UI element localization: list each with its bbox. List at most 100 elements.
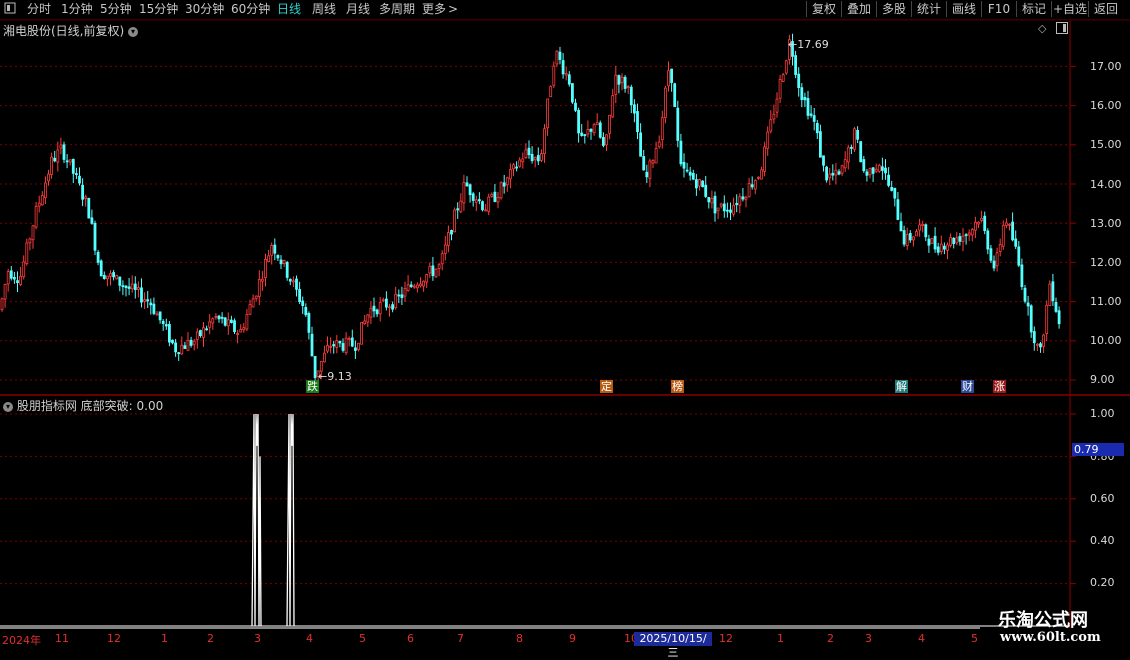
low-price-label: ←9.13 [318, 370, 352, 383]
candle-body [313, 355, 317, 379]
candle-body [735, 203, 739, 206]
candle-body [375, 309, 379, 315]
candle-body [84, 196, 88, 199]
candle-body [605, 134, 608, 146]
event-marker-cai[interactable]: 财 [961, 380, 974, 393]
event-marker-jie[interactable]: 解 [895, 380, 908, 393]
event-marker-zhang[interactable]: 涨 [993, 380, 1006, 393]
candle-body [183, 345, 187, 349]
indicator-spike [286, 413, 295, 627]
candle-body [679, 140, 683, 165]
indicator-tick: 0.60 [1090, 492, 1115, 505]
candle-body [726, 209, 729, 212]
candle-body [757, 176, 760, 179]
candle-body [1042, 334, 1045, 347]
time-tick: 5 [359, 632, 366, 645]
candle-body [1014, 238, 1018, 247]
candle-body [384, 298, 388, 308]
candle-body [970, 229, 974, 236]
candle-body [322, 352, 326, 363]
candle-body [1054, 302, 1058, 312]
candle-body [713, 195, 717, 214]
price-tick: 16.00 [1090, 99, 1122, 112]
candle-body [47, 173, 50, 182]
candle-body [400, 294, 404, 299]
candle-body [583, 134, 587, 136]
candle-body [946, 244, 949, 251]
candle-body [205, 328, 209, 331]
candle-body [704, 184, 708, 197]
candle-body [800, 87, 804, 100]
candle-body [267, 255, 271, 263]
candle-body [474, 199, 478, 203]
candle-body [995, 252, 999, 267]
candle-body [846, 147, 850, 163]
candle-body [59, 144, 63, 149]
cursor-date-label: 2025/10/15/三 [634, 632, 712, 659]
candle-body [56, 149, 60, 163]
candle-body [233, 320, 236, 333]
candle-body [815, 122, 819, 134]
candle-body [19, 275, 23, 285]
candle-body [933, 235, 937, 250]
candle-body [502, 182, 506, 187]
candle-body [763, 146, 766, 172]
candle-body [490, 193, 494, 197]
candle-body [657, 141, 661, 148]
candle-body [217, 315, 221, 320]
candle-body [781, 74, 785, 82]
candle-body [44, 182, 47, 199]
low-price-value: 9.13 [327, 370, 352, 383]
candle-body [989, 248, 993, 261]
candle-body [158, 311, 162, 321]
candle-body [1048, 283, 1052, 307]
candle-body [254, 295, 258, 299]
kline-chart[interactable] [0, 0, 1130, 650]
candle-body [794, 55, 797, 75]
candle-body [78, 175, 81, 184]
candle-body [915, 231, 918, 237]
candle-body [177, 352, 181, 355]
candle-body [152, 303, 156, 314]
candle-body [552, 65, 556, 86]
time-tick: 1 [777, 632, 784, 645]
event-marker-ding[interactable]: 定 [600, 380, 613, 393]
candle-body [1026, 302, 1030, 307]
candle-body [282, 260, 286, 265]
candle-body [639, 132, 642, 157]
candle-body [223, 317, 227, 326]
candle-body [96, 251, 100, 263]
candle-body [347, 338, 351, 340]
candle-body [729, 209, 732, 213]
indicator-tick: 0.40 [1090, 534, 1115, 547]
candle-body [561, 60, 565, 75]
candle-body [118, 276, 122, 286]
high-price-label: ←17.69 [788, 38, 829, 51]
event-marker-bang[interactable]: 榜 [671, 380, 684, 393]
candle-body [654, 148, 658, 164]
event-marker-die[interactable]: 跌 [306, 380, 319, 393]
candle-body [760, 169, 763, 180]
candle-body [871, 167, 875, 174]
candle-body [921, 223, 925, 227]
candle-body [31, 225, 35, 241]
candle-body [673, 83, 677, 108]
candle-body [952, 237, 956, 245]
candle-body [326, 345, 329, 352]
candle-body [143, 299, 147, 302]
candle-body [136, 287, 140, 290]
candle-body [22, 261, 26, 278]
candle-body [211, 318, 215, 324]
candle-body [508, 169, 512, 180]
candle-body [685, 169, 689, 172]
candle-body [102, 274, 106, 280]
candle-body [171, 339, 174, 344]
candle-body [130, 283, 134, 290]
indicator-current-value: 0.79 [1072, 443, 1124, 456]
candle-body [874, 168, 878, 172]
price-tick: 10.00 [1090, 334, 1122, 347]
candle-body [691, 172, 695, 180]
candle-body [425, 274, 429, 283]
candle-body [90, 217, 94, 224]
candle-body [899, 221, 903, 232]
